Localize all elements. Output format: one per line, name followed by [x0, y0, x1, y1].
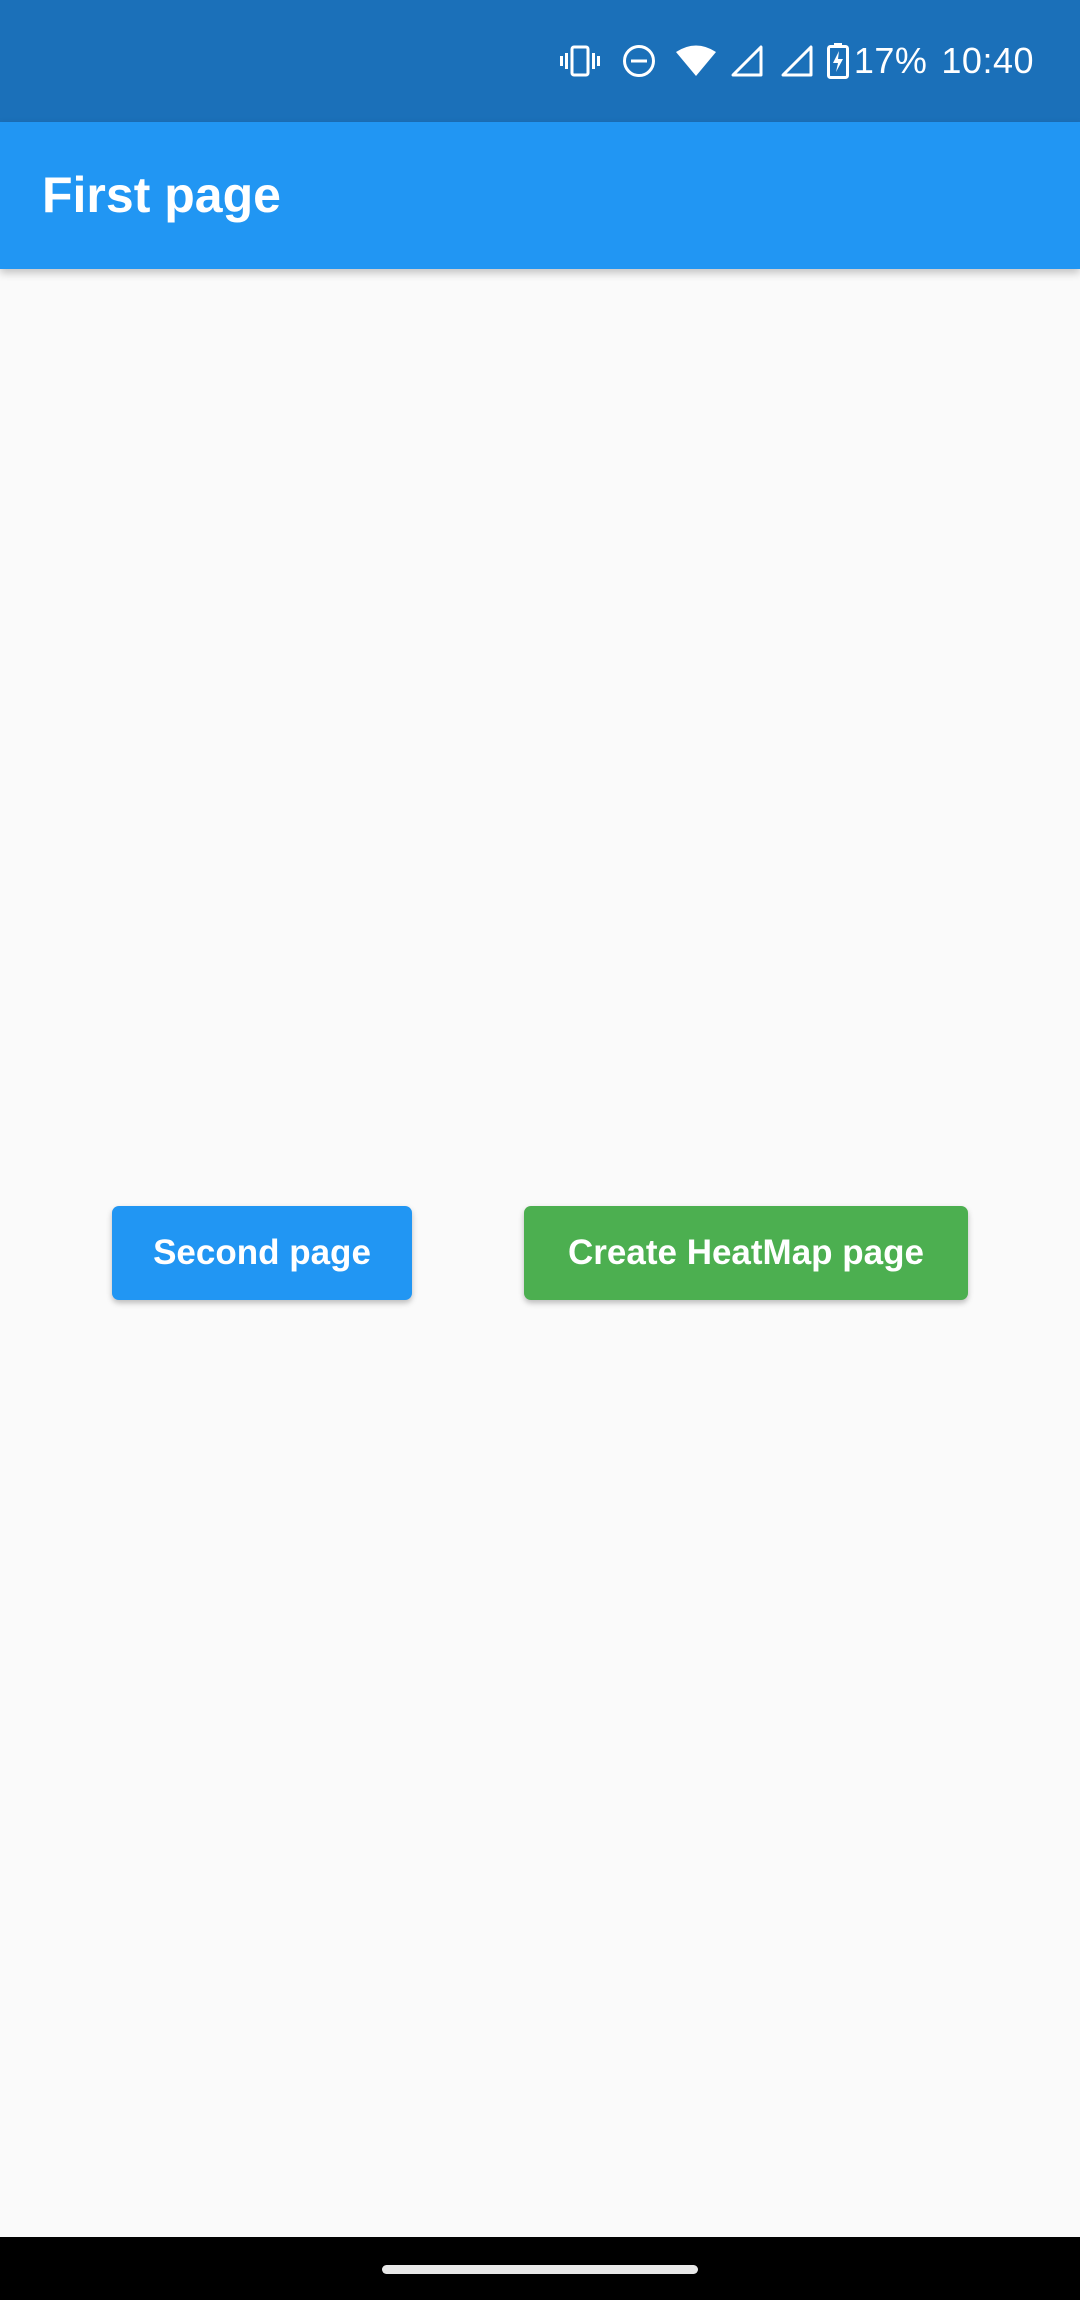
do-not-disturb-icon: [620, 41, 658, 81]
create-heatmap-page-button[interactable]: Create HeatMap page: [524, 1206, 968, 1300]
home-gesture-handle[interactable]: [382, 2265, 698, 2274]
battery-percent: 17%: [853, 40, 928, 81]
vibrate-icon: [559, 41, 600, 81]
navigation-bar: [0, 2237, 1080, 2300]
status-icons: 17% 10:40: [559, 0, 1034, 122]
page-title: First page: [42, 167, 281, 223]
signal-icon: [728, 41, 766, 81]
wifi-icon: [675, 41, 716, 81]
page-content: Second page Create HeatMap page: [0, 269, 1080, 2237]
status-bar: 17% 10:40: [0, 0, 1080, 122]
app-bar: First page: [0, 122, 1080, 269]
second-page-button[interactable]: Second page: [112, 1206, 412, 1300]
battery-charging-icon: [826, 41, 850, 81]
signal-icon: [778, 41, 816, 81]
status-time: 10:40: [941, 40, 1034, 81]
